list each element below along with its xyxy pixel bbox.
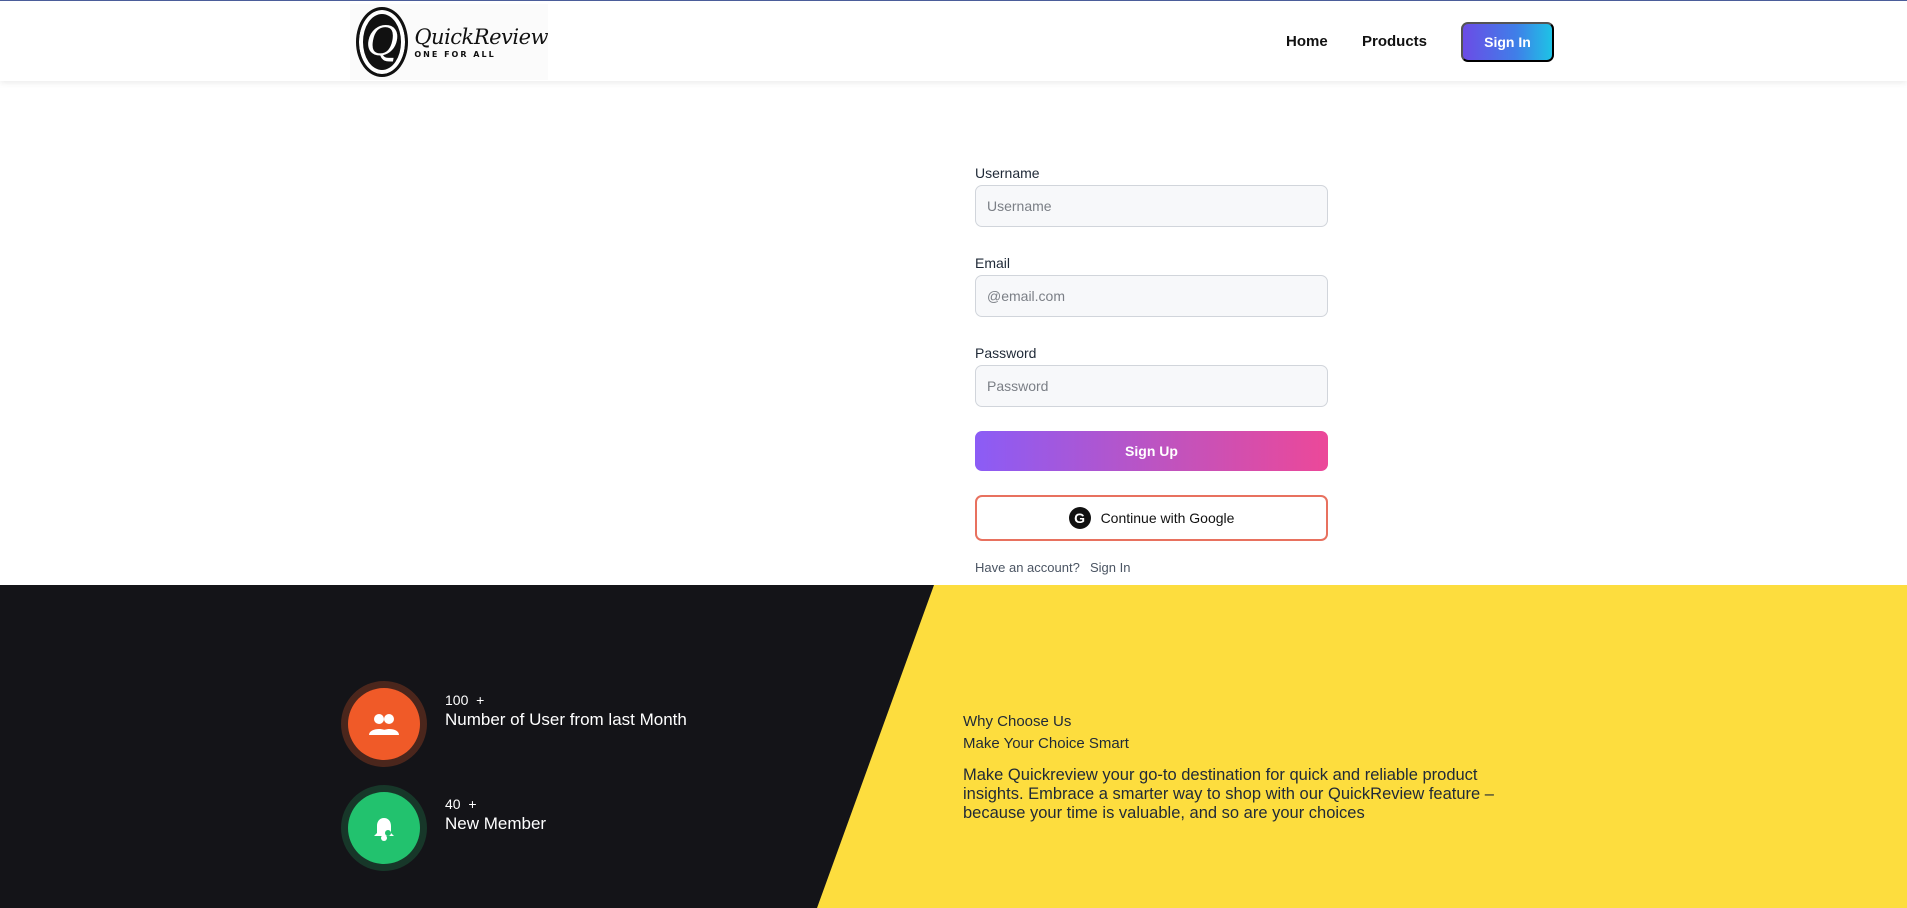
logo-tagline: ONE FOR ALL <box>414 50 496 59</box>
members-stat-label: New Member <box>445 814 547 833</box>
sign-in-link[interactable]: Sign In <box>1090 560 1130 575</box>
users-stat-label: Number of User from last Month <box>445 710 687 729</box>
sign-up-button[interactable]: Sign Up <box>975 431 1328 471</box>
members-stat-number: 40 + <box>445 796 477 812</box>
google-button-label: Continue with Google <box>1100 510 1235 526</box>
email-label: Email <box>975 255 1011 271</box>
why-choose-us-title: Why Choose Us <box>963 713 1072 730</box>
nav-products-link[interactable]: Products <box>1362 33 1427 50</box>
users-stat-number: 100 + <box>445 692 485 708</box>
logo-badge: Q <box>356 7 409 77</box>
email-input[interactable] <box>975 275 1328 317</box>
continue-with-google-button[interactable]: G Continue with Google <box>975 495 1328 541</box>
stats-section <box>0 585 1907 908</box>
users-icon <box>348 688 420 760</box>
google-icon: G <box>1068 507 1091 529</box>
username-label: Username <box>975 165 1040 181</box>
nav-home-link[interactable]: Home <box>1286 33 1328 50</box>
users-stat-circle <box>341 681 427 767</box>
logo-name: QuickReview <box>414 25 548 49</box>
dark-diagonal-panel <box>0 585 934 908</box>
nav-sign-in-button[interactable]: Sign In <box>1461 22 1554 62</box>
have-account-text: Have an account? <box>975 560 1080 575</box>
why-choose-us-body: Make Quickreview your go-to destination … <box>963 766 1494 822</box>
members-stat-circle <box>341 785 427 871</box>
password-input[interactable] <box>975 365 1328 407</box>
top-navbar: Q QuickReview ONE FOR ALL Home Products … <box>0 0 1907 81</box>
why-choose-us-subtitle: Make Your Choice Smart <box>963 735 1129 752</box>
brand-logo[interactable]: Q QuickReview ONE FOR ALL <box>350 4 548 80</box>
logo-text: QuickReview ONE FOR ALL <box>414 25 548 59</box>
password-label: Password <box>975 345 1037 361</box>
username-input[interactable] <box>975 185 1328 227</box>
bell-icon <box>348 792 420 864</box>
